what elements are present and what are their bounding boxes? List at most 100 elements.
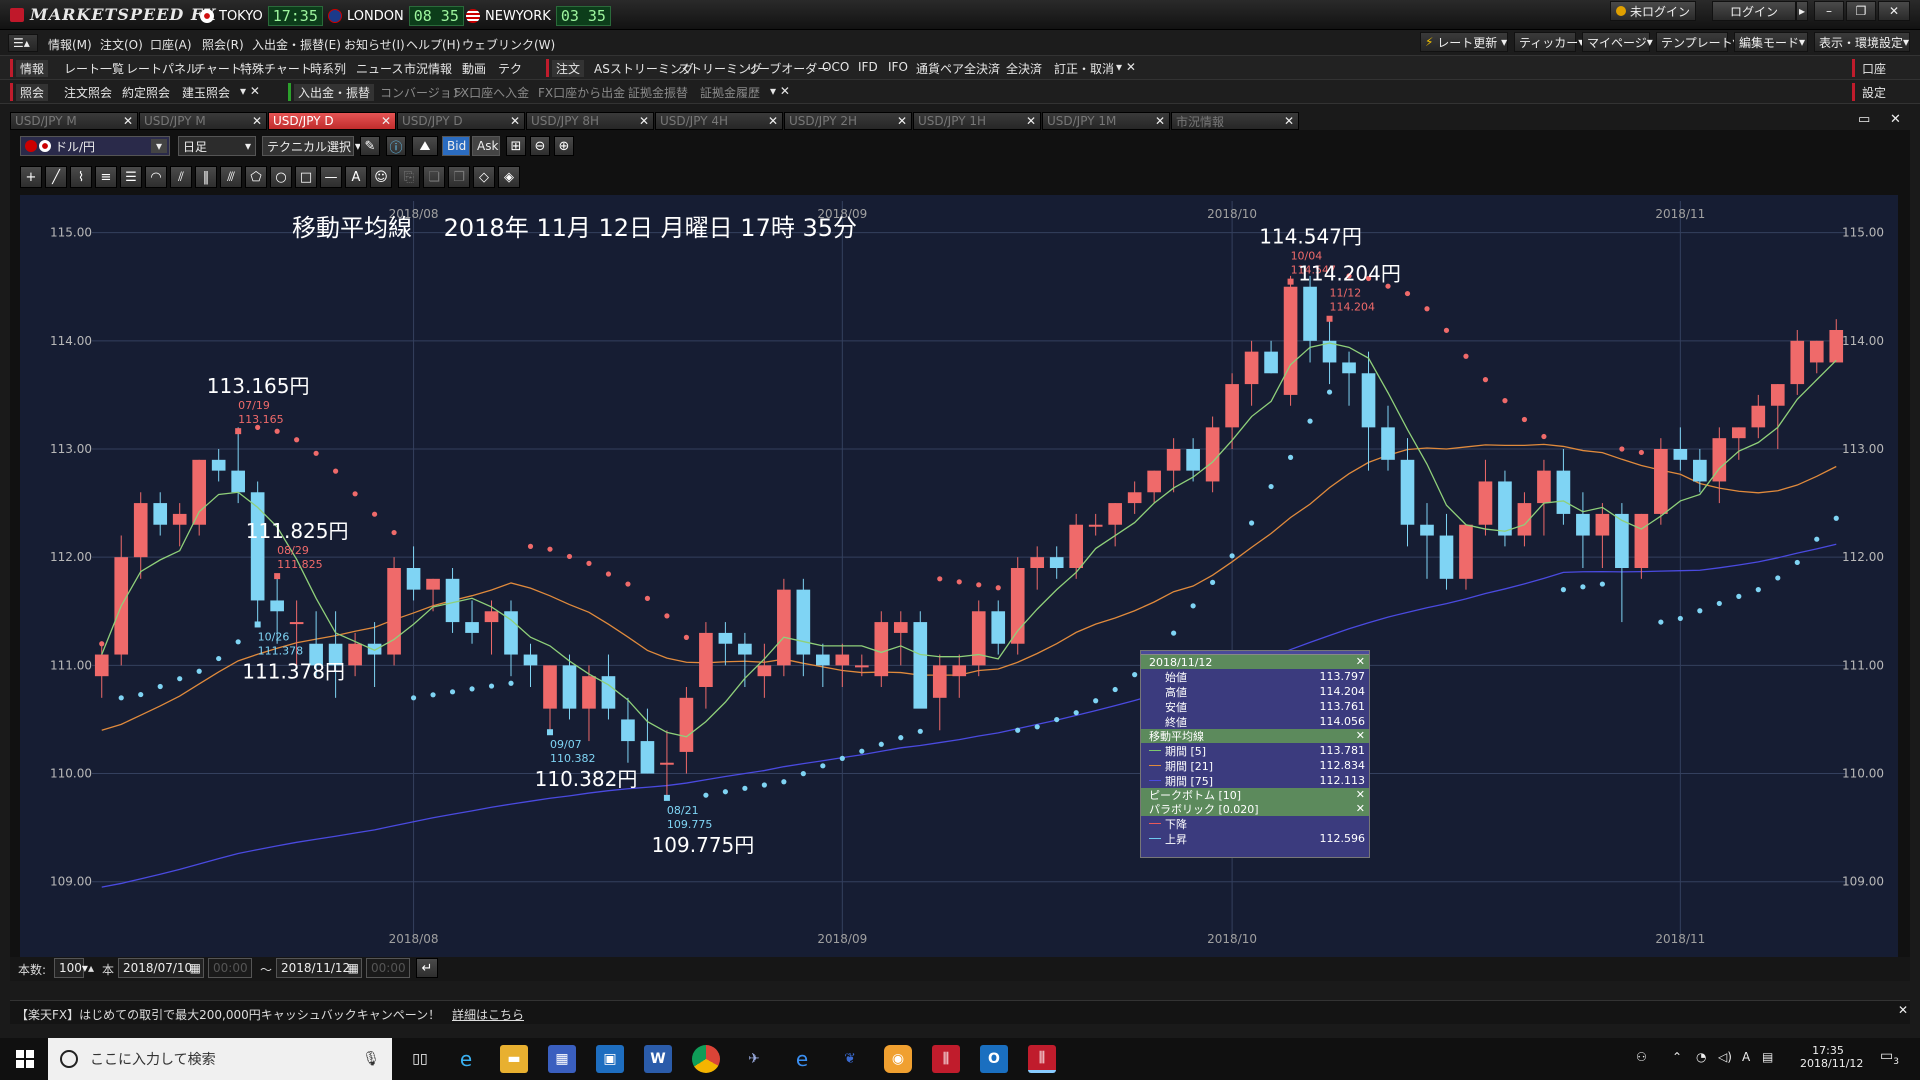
close-icon[interactable]: ✕ (1356, 802, 1365, 815)
tool-deposit-fx[interactable]: FX口座へ入金 (454, 84, 529, 101)
zoom-out-icon[interactable]: ⊖ (530, 136, 550, 156)
tool-rate-list[interactable]: レート一覧 (64, 60, 124, 77)
menu-inquiry[interactable]: 照会(R) (202, 36, 244, 53)
channel-icon[interactable]: ⫻ (220, 166, 242, 188)
tab-market-info[interactable]: 市況情報 ✕ (1171, 112, 1299, 130)
arc-icon[interactable]: ◠ (145, 166, 167, 188)
login-button[interactable]: ログイン (1712, 1, 1796, 21)
tool-conversion[interactable]: コンバージョン (380, 84, 464, 101)
vlines-icon[interactable]: ‖ (195, 166, 217, 188)
fibonacci-icon[interactable]: ☰ (120, 166, 142, 188)
ask-toggle[interactable]: Ask (472, 136, 500, 156)
menu-order[interactable]: 注文(O) (100, 36, 143, 53)
pair-select[interactable]: ドル/円 ▾ (20, 136, 170, 156)
period-select[interactable]: 日足 ▾ (178, 136, 256, 156)
close-window-icon[interactable]: ✕ (1890, 112, 1901, 127)
calendar-icon[interactable]: ▦ (348, 961, 359, 975)
tool-position-inquiry[interactable]: 建玉照会 (182, 84, 230, 101)
tab-usdjpy-4h[interactable]: USD/JPY 4H ✕ (655, 112, 783, 130)
candlestick-chart[interactable]: 109.00 110.00 111.00 112.00 113.00 114.00 115.… (20, 195, 1898, 957)
pentagon-icon[interactable]: ⬠ (245, 166, 267, 188)
count-select[interactable]: 100 ▾ (54, 958, 88, 978)
circle-icon[interactable]: ○ (270, 166, 292, 188)
tab-usdjpy-m[interactable]: USD/JPY M ✕ (139, 112, 267, 130)
text-icon[interactable]: A (345, 166, 367, 188)
marketspeed-fx-active-icon[interactable]: ⫼ (1028, 1045, 1056, 1073)
eraser-icon[interactable]: ◇ (473, 166, 495, 188)
rectangle-icon[interactable]: □ (295, 166, 317, 188)
close-tab-icon[interactable]: ✕ (639, 114, 649, 128)
crosshair-icon[interactable]: + (20, 166, 42, 188)
toolbar-dropdown-icon[interactable]: ▾ ✕ (240, 84, 260, 98)
tool-chart[interactable]: チャート (194, 60, 242, 77)
close-tab-icon[interactable]: ✕ (381, 114, 391, 128)
calendar-icon[interactable]: ▦ (190, 961, 201, 975)
close-icon[interactable]: ✕ (1356, 655, 1365, 668)
ruler-icon[interactable]: ⌇ (70, 166, 92, 188)
info-group-label[interactable]: 情報 (16, 60, 49, 77)
stamp-icon[interactable]: ☺ (370, 166, 392, 188)
tool-order-inquiry[interactable]: 注文照会 (64, 84, 112, 101)
volume-icon[interactable]: ◁) (1718, 1050, 1732, 1064)
tool-video[interactable]: 動画 (462, 60, 486, 77)
tool-timeseries[interactable]: 時系列 (310, 60, 346, 77)
close-tab-icon[interactable]: ✕ (1155, 114, 1165, 128)
maximize-icon[interactable]: ▭ (1858, 112, 1870, 127)
menu-notice[interactable]: お知らせ(I) (344, 36, 405, 53)
tool-rate-panel[interactable]: レートパネル (126, 60, 198, 77)
keyboard-icon[interactable]: ▤ (1762, 1050, 1773, 1064)
layers-icon[interactable]: ❏ (423, 166, 445, 188)
task-view-icon[interactable]: ▯▯ (406, 1045, 434, 1073)
taskbar-clock[interactable]: 17:35 2018/11/12 (1800, 1044, 1863, 1070)
from-time-input[interactable]: 00:00 (208, 958, 252, 978)
close-icon[interactable]: ✕ (1356, 788, 1365, 801)
toolbar-dropdown-icon[interactable]: ▾ ✕ (770, 84, 790, 98)
info-icon[interactable]: ⓘ (386, 136, 406, 156)
menu-weblink[interactable]: ウェブリンク(W) (462, 36, 555, 53)
tray-chevron-icon[interactable]: ⌃ (1672, 1050, 1682, 1064)
app-menu-icon[interactable]: ☰▴ (8, 34, 38, 52)
mypage-button[interactable]: マイページ ▾ (1582, 32, 1653, 52)
menu-account[interactable]: 口座(A) (150, 36, 192, 53)
tool-market-info[interactable]: 市況情報 (404, 60, 452, 77)
display-settings-button[interactable]: 表示・環境設定 ▾ (1814, 32, 1910, 52)
count-up-icon[interactable]: ▴ (88, 961, 94, 975)
zoom-in-icon[interactable]: ⊕ (554, 136, 574, 156)
to-date-input[interactable]: 2018/11/12 ▦ (276, 958, 362, 978)
tool-ifd[interactable]: IFD (858, 60, 878, 74)
tab-usdjpy-d[interactable]: USD/JPY D ✕ (397, 112, 525, 130)
ticker-button[interactable]: ティッカー▾ (1514, 32, 1584, 52)
close-icon[interactable]: ✕ (1878, 1, 1910, 21)
close-ad-icon[interactable]: ✕ (1898, 1003, 1908, 1017)
close-tab-icon[interactable]: ✕ (123, 114, 133, 128)
technical-select[interactable]: テクニカル選択 ▾ (262, 136, 361, 156)
template-button[interactable]: テンプレート▾ (1656, 32, 1739, 52)
ime-icon[interactable]: A (1742, 1050, 1750, 1064)
tab-usdjpy-8h[interactable]: USD/JPY 8H ✕ (526, 112, 654, 130)
tool-tech[interactable]: テク (498, 60, 522, 77)
hlines-icon[interactable]: ≡ (95, 166, 117, 188)
line-icon[interactable]: ╱ (45, 166, 67, 188)
rakuten-app-icon[interactable]: ◉ (884, 1045, 912, 1073)
minimize-icon[interactable]: – (1814, 1, 1844, 21)
from-date-input[interactable]: 2018/07/10 ▦ (118, 958, 204, 978)
account-label[interactable]: 口座 (1862, 60, 1886, 77)
tool-margin-history[interactable]: 証拠金履歴 (700, 84, 760, 101)
window-app-icon[interactable]: ▣ (596, 1045, 624, 1073)
close-tab-icon[interactable]: ✕ (252, 114, 262, 128)
close-tab-icon[interactable]: ✕ (768, 114, 778, 128)
menu-deposit[interactable]: 入出金・振替(E) (252, 36, 341, 53)
tool-execution-inquiry[interactable]: 約定照会 (122, 84, 170, 101)
pen-icon[interactable]: ✎ (360, 136, 380, 156)
menu-help[interactable]: ヘルプ(H) (406, 36, 460, 53)
close-tab-icon[interactable]: ✕ (1026, 114, 1036, 128)
tab-usdjpy-2h[interactable]: USD/JPY 2H ✕ (784, 112, 912, 130)
tab-usdjpy-1m[interactable]: USD/JPY 1M ✕ (1042, 112, 1170, 130)
explorer-icon[interactable]: ▬ (500, 1045, 528, 1073)
taskbar-search-box[interactable]: ここに入力して検索 🎙 (48, 1038, 392, 1080)
tool-ifo[interactable]: IFO (888, 60, 908, 74)
tool-margin-transfer[interactable]: 証拠金振替 (628, 84, 688, 101)
tool-pair-close-all[interactable]: 通貨ペア全決済 (916, 60, 1000, 77)
fan-icon[interactable]: ⫽ (170, 166, 192, 188)
tool-close-all[interactable]: 全決済 (1006, 60, 1042, 77)
